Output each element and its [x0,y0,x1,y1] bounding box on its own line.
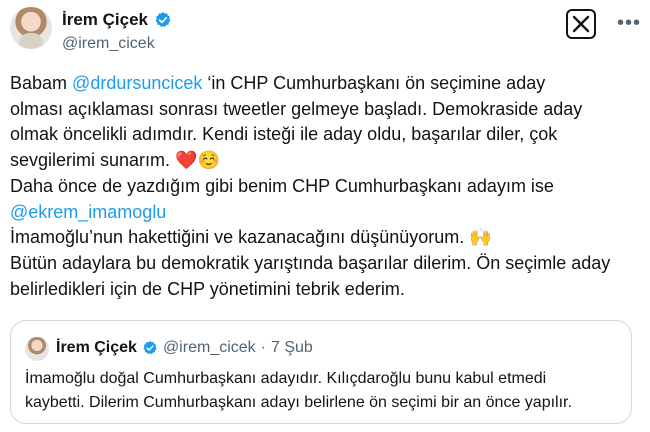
separator-dot: · [260,339,266,356]
raising-hands-emoji-icon: 🙌 [469,227,492,248]
tweet-line: @ekrem_imamoglu [10,200,640,226]
author-handle[interactable]: @irem_cicek [62,35,172,53]
quoted-tweet-line: kaybetti. Dilerim Cumhurbaşkanı adayı be… [25,394,572,411]
tweet-line: Bütün adaylara bu demokratik yarıştında … [10,252,611,273]
author-name[interactable]: İrem Çiçek [62,10,148,30]
quoted-author-avatar [25,337,49,361]
tweet-line: olmak öncelikli adımdır. Kendi isteği il… [10,124,558,145]
quoted-author-name: İrem Çiçek [56,339,137,356]
mention-link[interactable]: @drdursuncicek [72,73,202,93]
more-options-icon[interactable]: ••• [617,12,641,35]
tweet-line: İmamoğlu’nun hakettiğini ve kazanacağını… [10,227,492,248]
heart-emoji-icon: ❤️ [175,150,198,171]
author-block: İrem Çiçek @irem_cicek [62,10,172,53]
quoted-tweet-date: 7 Şub [270,339,313,356]
x-glyph-icon [572,15,590,33]
verified-badge-icon [143,341,157,355]
verified-badge-icon [155,12,171,27]
x-logo-icon[interactable] [566,9,596,39]
quoted-tweet-text: İmamoğlu doğal Cumhurbaşkanı adayıdır. K… [25,367,572,415]
tweet-line: sevgilerimi sunarım. ❤️☺️ [10,150,220,171]
author-avatar[interactable] [10,7,52,49]
mention-link[interactable]: @ekrem_imamoglu [10,202,166,222]
smiling-face-emoji-icon: ☺️ [197,150,220,171]
quoted-tweet-line: İmamoğlu doğal Cumhurbaşkanı adayıdır. K… [25,370,547,387]
quoted-author-handle: @irem_cicek [162,339,256,356]
tweet-line: Babam @drdursuncicek ‘in CHP Cumhurbaşka… [10,73,546,93]
quoted-tweet[interactable]: İrem Çiçek @irem_cicek · 7 Şub İmamoğlu … [10,320,632,424]
quoted-tweet-header: İrem Çiçek @irem_cicek · 7 Şub [56,339,313,357]
tweet-text: Babam @drdursuncicek ‘in CHP Cumhurbaşka… [10,71,640,302]
tweet-line: olması açıklaması sonrası tweetler gelme… [10,98,583,119]
tweet-line: belirledikleri için de CHP yönetimini te… [10,278,405,299]
tweet-line: Daha önce de yazdığım gibi benim CHP Cum… [10,175,554,196]
